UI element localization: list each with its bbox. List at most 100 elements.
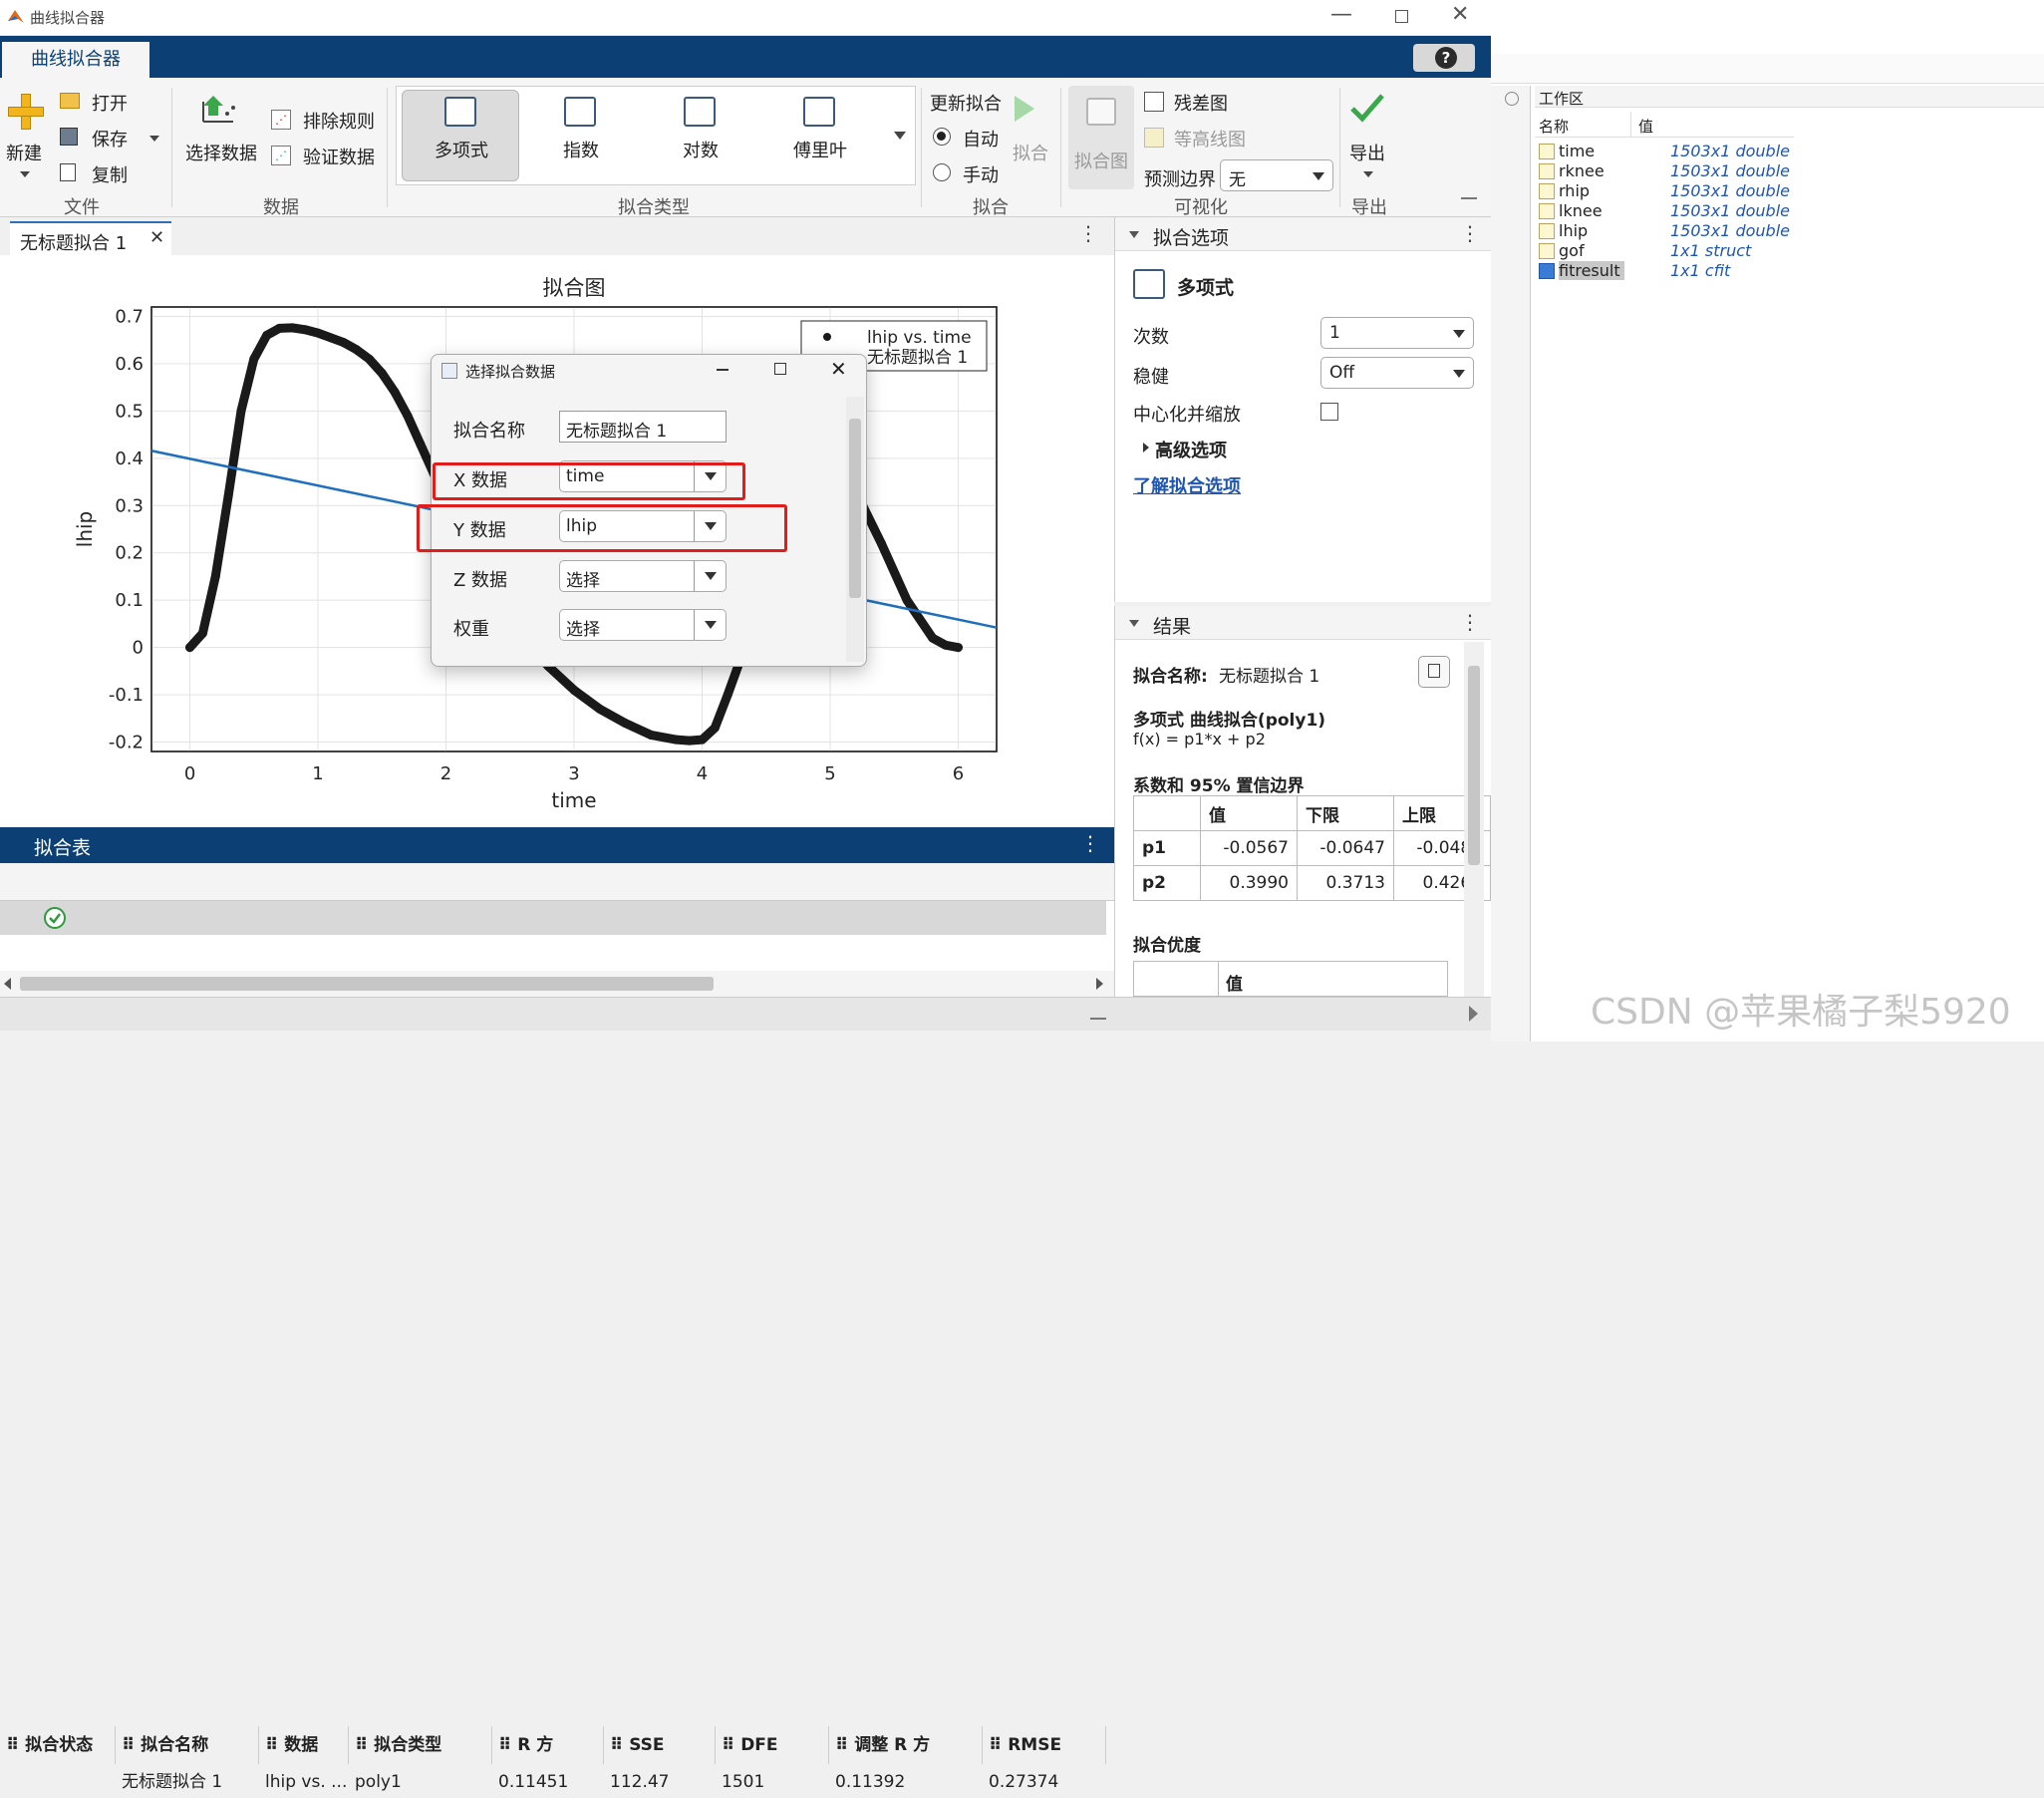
- dialog-maximize-button[interactable]: [774, 363, 786, 375]
- status-bar-right: [1114, 997, 1491, 1031]
- select-data-button[interactable]: 选择数据: [185, 140, 257, 165]
- table-row[interactable]: [0, 901, 1106, 935]
- column-header[interactable]: ⠿ 数据: [265, 1726, 349, 1764]
- fit-name-input[interactable]: 无标题拟合 1: [559, 411, 727, 443]
- legend-entry: lhip vs. time: [867, 328, 972, 348]
- data-point: [326, 333, 336, 343]
- coefficients-table: 值下限 上限 p1 -0.0567 -0.0647 -0.0487 p2 0.3990 0.37…: [1133, 795, 1491, 901]
- expand-panel-icon[interactable]: [1469, 1006, 1478, 1022]
- workspace-variable-row[interactable]: rknee 1503x1 double: [1535, 161, 1834, 181]
- model-equation: f(x) = p1*x + p2: [1133, 730, 1266, 749]
- options-icon[interactable]: [1505, 92, 1519, 106]
- dialog-close-button[interactable]: ✕: [830, 357, 847, 381]
- coef-cell: -0.0567: [1200, 830, 1298, 866]
- expand-icon[interactable]: [1143, 443, 1149, 452]
- center-scale-checkbox[interactable]: [1320, 403, 1338, 421]
- path-bar[interactable]: [1491, 54, 2044, 84]
- gallery-expand-icon[interactable]: [894, 132, 906, 140]
- gallery-item-logarithmic[interactable]: 对数: [641, 90, 758, 181]
- z-data-dropdown[interactable]: 选择: [559, 560, 727, 592]
- dialog-scrollbar[interactable]: [846, 397, 864, 662]
- degree-dropdown[interactable]: 1: [1320, 317, 1474, 349]
- data-point: [197, 628, 207, 638]
- more-options-icon[interactable]: ⋮: [1460, 221, 1480, 245]
- collapse-ribbon-icon[interactable]: [1461, 197, 1477, 209]
- contour-plot-button[interactable]: 等高线图: [1174, 126, 1246, 151]
- residuals-plot-button[interactable]: 残差图: [1174, 90, 1228, 116]
- copy-results-button[interactable]: [1418, 656, 1450, 688]
- export-button[interactable]: 导出: [1349, 140, 1385, 165]
- results-scrollbar[interactable]: [1464, 642, 1484, 997]
- data-point: [377, 368, 387, 378]
- scroll-left-icon[interactable]: [4, 978, 11, 990]
- fit-plot-icon: [1086, 98, 1116, 126]
- workspace-variable-row[interactable]: fitresult 1x1 cfit: [1535, 261, 1834, 281]
- scrollbar-thumb[interactable]: [20, 977, 714, 991]
- table-cell: 0.11392: [835, 1772, 906, 1792]
- chevron-down-icon[interactable]: [1363, 171, 1373, 177]
- open-button[interactable]: 打开: [92, 90, 128, 116]
- maximize-button[interactable]: [1395, 10, 1408, 23]
- auto-radio[interactable]: [933, 128, 951, 146]
- robust-dropdown[interactable]: Off: [1320, 357, 1474, 389]
- collapse-section-icon[interactable]: [1129, 620, 1139, 627]
- variable-value: 1503x1 double: [1670, 142, 1790, 160]
- workspace-variable-row[interactable]: time 1503x1 double: [1535, 142, 1834, 161]
- gallery-item-label: 傅里叶: [793, 141, 847, 161]
- minimize-button[interactable]: —: [1330, 2, 1352, 27]
- column-header[interactable]: ⠿ DFE: [722, 1726, 829, 1764]
- fit-plot-button[interactable]: 拟合图: [1068, 86, 1134, 189]
- new-button[interactable]: 新建: [6, 140, 42, 165]
- column-header[interactable]: ⠿ 拟合类型: [355, 1726, 492, 1764]
- copy-button[interactable]: 复制: [92, 161, 128, 187]
- more-options-icon[interactable]: ⋮: [1460, 610, 1480, 634]
- prediction-bounds-dropdown[interactable]: 无: [1220, 159, 1333, 191]
- gallery-item-polynomial[interactable]: 多项式: [402, 90, 519, 181]
- fit-button[interactable]: 拟合: [1013, 140, 1048, 165]
- tab-curve-fitter[interactable]: 曲线拟合器: [2, 42, 149, 78]
- weights-dropdown[interactable]: 选择: [559, 609, 727, 641]
- more-options-icon[interactable]: ⋮: [1078, 221, 1098, 245]
- x-tick-label: 4: [697, 763, 708, 784]
- run-fit-icon: [1015, 96, 1034, 122]
- gallery-item-exponential[interactable]: 指数: [521, 90, 639, 181]
- value-column-header[interactable]: 值: [1638, 116, 1653, 137]
- learn-fit-options-link[interactable]: 了解拟合选项: [1133, 472, 1241, 498]
- workspace-variable-row[interactable]: lhip 1503x1 double: [1535, 221, 1834, 241]
- horizontal-scrollbar[interactable]: [0, 971, 1114, 997]
- scroll-right-icon[interactable]: [1096, 978, 1103, 990]
- data-point: [185, 643, 195, 653]
- column-header[interactable]: ⠿ RMSE: [989, 1726, 1106, 1764]
- chevron-down-icon[interactable]: [149, 136, 159, 142]
- name-column-header[interactable]: 名称: [1539, 116, 1569, 137]
- save-button[interactable]: 保存: [92, 126, 128, 151]
- data-point: [697, 735, 707, 745]
- column-header[interactable]: ⠿ 拟合名称: [122, 1726, 259, 1764]
- variable-icon: [1539, 163, 1555, 179]
- workspace-variable-row[interactable]: gof 1x1 struct: [1535, 241, 1834, 261]
- help-button[interactable]: ?: [1413, 44, 1475, 72]
- workspace-variable-row[interactable]: lknee 1503x1 double: [1535, 201, 1834, 221]
- dialog-minimize-button[interactable]: [717, 369, 729, 371]
- legend-entry: 无标题拟合 1: [867, 348, 968, 368]
- column-header[interactable]: ⠿ 调整 R 方: [835, 1726, 983, 1764]
- manual-radio[interactable]: [933, 163, 951, 181]
- close-button[interactable]: ✕: [1451, 2, 1469, 27]
- data-section-label: 数据: [263, 197, 299, 218]
- gallery-item-fourier[interactable]: 傅里叶: [760, 90, 878, 181]
- exclusion-rules-button[interactable]: 排除规则: [303, 108, 375, 134]
- workspace-variable-row[interactable]: rhip 1503x1 double: [1535, 181, 1834, 201]
- variable-value: 1503x1 double: [1670, 181, 1790, 200]
- column-header[interactable]: ⠿ SSE: [610, 1726, 716, 1764]
- more-options-icon[interactable]: ⋮: [1080, 831, 1100, 855]
- tab-untitled-fit[interactable]: 无标题拟合 1 ✕: [10, 221, 171, 255]
- scrollbar-thumb[interactable]: [849, 419, 861, 598]
- advanced-options-toggle[interactable]: 高级选项: [1155, 437, 1227, 462]
- column-header[interactable]: ⠿ 拟合状态: [6, 1726, 116, 1764]
- validation-data-button[interactable]: 验证数据: [303, 144, 375, 169]
- close-icon[interactable]: ✕: [149, 227, 164, 248]
- scrollbar-thumb[interactable]: [1468, 666, 1480, 865]
- column-header[interactable]: ⠿ R 方: [498, 1726, 604, 1764]
- collapse-icon[interactable]: [1090, 1008, 1106, 1020]
- collapse-section-icon[interactable]: [1129, 231, 1139, 238]
